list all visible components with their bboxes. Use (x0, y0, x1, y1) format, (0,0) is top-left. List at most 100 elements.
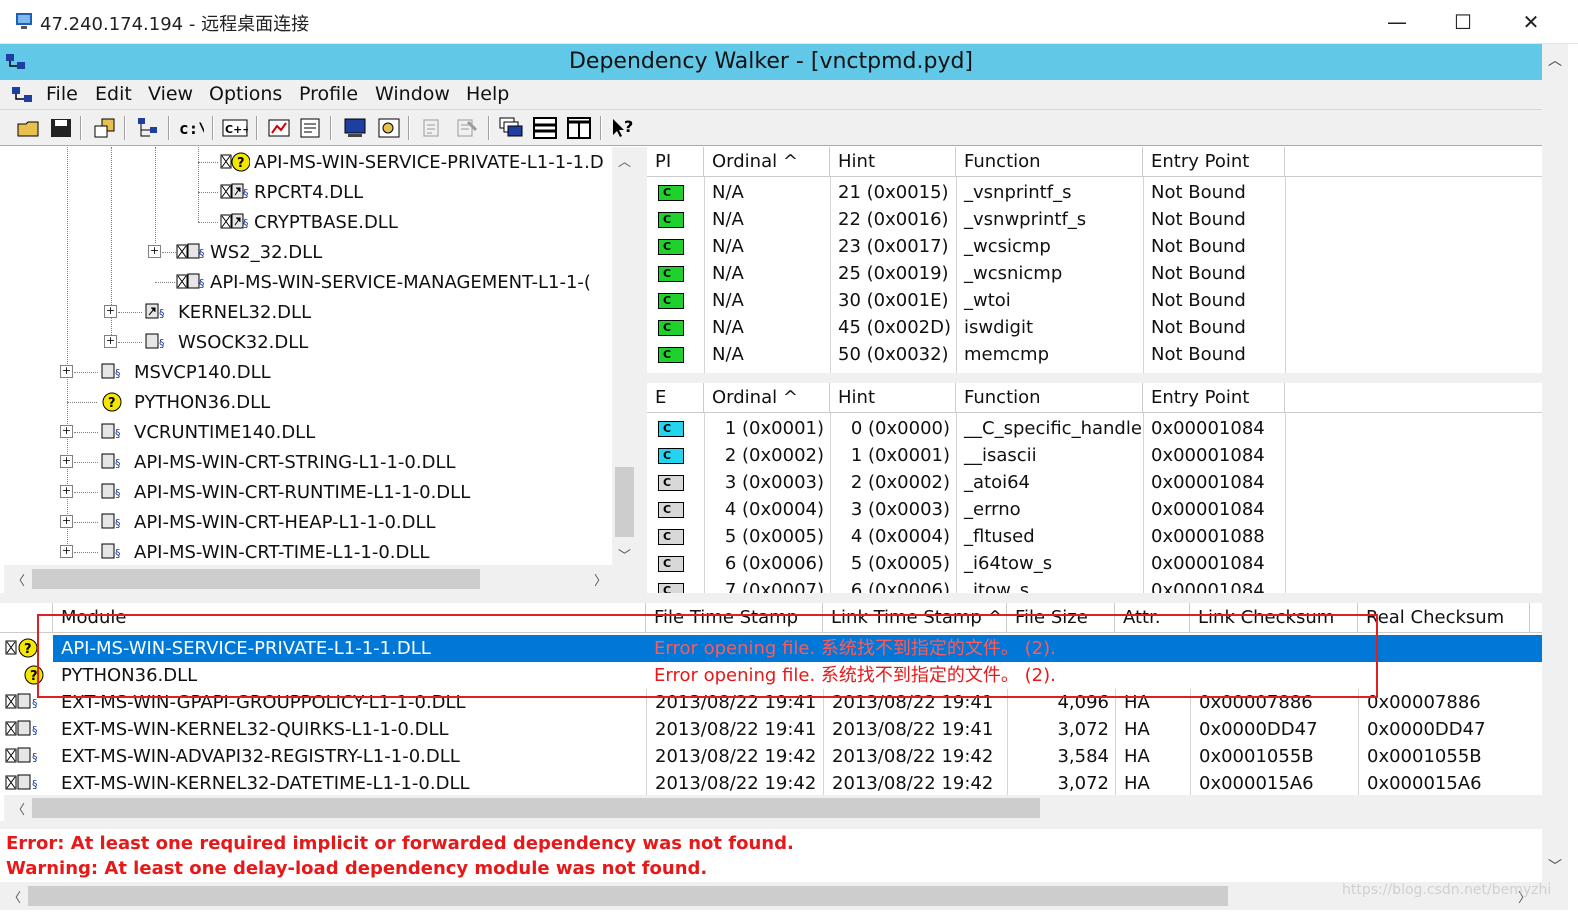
vertical-splitter[interactable] (637, 147, 647, 593)
context-help-icon[interactable]: ? (610, 116, 636, 140)
column-entry-point[interactable]: Entry Point (1143, 383, 1285, 413)
expand-icon[interactable]: + (148, 245, 161, 258)
horizontal-splitter[interactable] (647, 373, 1542, 383)
tree-item[interactable]: + § API-MS-WIN-CRT-STRING-L1-1-0.DLL (60, 448, 456, 476)
scroll-left-icon[interactable]: 〈 (12, 570, 25, 589)
column-ordinal[interactable]: Ordinal ^ (704, 383, 830, 413)
expand-icon[interactable]: + (60, 425, 73, 438)
tree-item[interactable]: + § API-MS-WIN-CRT-RUNTIME-L1-1-0.DLL (60, 478, 470, 506)
tile-horizontal-icon[interactable] (532, 116, 558, 140)
menu-options[interactable]: Options (209, 83, 282, 105)
scroll-left-icon[interactable]: 〈 (8, 887, 21, 906)
cascade-icon[interactable] (498, 116, 524, 140)
tree-horizontal-scrollbar[interactable]: 〈 〉 (4, 565, 637, 593)
import-row[interactable]: C N/A 50 (0x0032) memcmp Not Bound (647, 341, 1542, 368)
tree-icon[interactable] (136, 116, 162, 140)
import-row[interactable]: C N/A 21 (0x0015) _vsnprintf_s Not Bound (647, 179, 1542, 206)
export-row[interactable]: C 3 (0x0003) 2 (0x0002) _atoi64 0x00001084 (647, 469, 1542, 496)
expand-icon[interactable]: + (60, 515, 73, 528)
column-hint[interactable]: Hint (830, 383, 956, 413)
tree-item[interactable]: ? API-MS-WIN-SERVICE-PRIVATE-L1-1-1.D (198, 148, 604, 176)
import-row[interactable]: C N/A 45 (0x002D) iswdigit Not Bound (647, 314, 1542, 341)
tree-item[interactable]: + § KERNEL32.DLL (104, 298, 311, 326)
scroll-down-icon[interactable]: ﹀ (1548, 856, 1562, 876)
column-function[interactable]: Function (956, 147, 1143, 177)
minimize-button[interactable]: — (1364, 0, 1430, 44)
tree-item[interactable]: § CRYPTBASE.DLL (198, 208, 398, 236)
scroll-left-icon[interactable]: 〈 (12, 799, 25, 818)
column-hint[interactable]: Hint (830, 147, 956, 177)
column-pi[interactable]: PI (647, 147, 704, 177)
auto-expand-icon[interactable] (266, 116, 292, 140)
export-row[interactable]: C 7 (0x0007) 6 (0x0006) _itow_s 0x00001084 (647, 577, 1542, 593)
module-row[interactable]: § EXT-MS-WIN-ADVAPI32-REGISTRY-L1-1-0.DLL… (0, 743, 1542, 770)
full-paths-icon[interactable]: c:\ (178, 116, 204, 140)
scroll-right-icon[interactable]: 〉 (594, 570, 607, 589)
module-row[interactable]: § EXT-MS-WIN-KERNEL32-QUIRKS-L1-1-0.DLL 20… (0, 716, 1542, 743)
export-row[interactable]: C 6 (0x0006) 5 (0x0005) _i64tow_s 0x00001084 (647, 550, 1542, 577)
menu-edit[interactable]: Edit (95, 83, 132, 105)
system-information-icon[interactable] (342, 116, 368, 140)
undecorate-cpp-icon[interactable]: C++ (222, 116, 248, 140)
highlight-original-icon[interactable] (454, 116, 480, 140)
column-function[interactable]: Function (956, 383, 1143, 413)
tree-item[interactable]: § RPCRT4.DLL (198, 178, 363, 206)
scroll-thumb[interactable] (28, 886, 1228, 906)
menu-view[interactable]: View (148, 83, 193, 105)
copy-icon[interactable] (92, 116, 118, 140)
highlight-matching-icon[interactable] (420, 116, 446, 140)
menu-help[interactable]: Help (466, 83, 509, 105)
expand-icon[interactable]: + (104, 305, 117, 318)
real-checksum-cell: 0x0000DD47 (1358, 716, 1530, 743)
export-row[interactable]: C 1 (0x0001) 0 (0x0000) __C_specific_handle… (647, 415, 1542, 442)
import-row[interactable]: C N/A 25 (0x0019) _wcsnicmp Not Bound (647, 260, 1542, 287)
tree-item[interactable]: + § MSVCP140.DLL (60, 358, 271, 386)
column-real-checksum[interactable]: Real Checksum (1358, 603, 1530, 633)
tree-item[interactable]: ? PYTHON36.DLL (67, 388, 270, 416)
scroll-thumb[interactable] (32, 798, 1040, 818)
scroll-up-icon[interactable]: ︿ (1548, 50, 1562, 70)
scroll-down-icon[interactable]: ﹀ (618, 545, 631, 564)
tree-vertical-scrollbar[interactable]: ︿ ﹀ (612, 147, 637, 565)
tree-item[interactable]: + § WSOCK32.DLL (104, 328, 308, 356)
module-row[interactable]: § EXT-MS-WIN-KERNEL32-DATETIME-L1-1-0.DLL… (0, 770, 1542, 795)
tile-vertical-icon[interactable] (566, 116, 592, 140)
file-time-stamp-cell: 2013/08/22 19:41 (646, 716, 823, 743)
tree-item[interactable]: + § API-MS-WIN-CRT-HEAP-L1-1-0.DLL (60, 508, 436, 536)
import-row[interactable]: C N/A 23 (0x0017) _wcsicmp Not Bound (647, 233, 1542, 260)
column-e[interactable]: E (647, 383, 704, 413)
expand-icon[interactable]: + (60, 365, 73, 378)
properties-icon[interactable] (298, 116, 324, 140)
import-row[interactable]: C N/A 22 (0x0016) _vsnwprintf_s Not Bound (647, 206, 1542, 233)
scroll-up-icon[interactable]: ︿ (618, 151, 631, 170)
remote-horizontal-scrollbar[interactable]: 〈 〉 (0, 882, 1568, 910)
tree-item[interactable]: + § VCRUNTIME140.DLL (60, 418, 315, 446)
remote-vertical-scrollbar[interactable]: ︿ ﹀ (1542, 44, 1568, 882)
scroll-thumb[interactable] (615, 467, 634, 537)
menu-window[interactable]: Window (375, 83, 450, 105)
find-icon[interactable] (376, 116, 402, 140)
tree-item[interactable]: + § API-MS-WIN-CRT-TIME-L1-1-0.DLL (60, 538, 429, 565)
module-horizontal-scrollbar[interactable]: 〈 (4, 795, 1542, 821)
save-icon[interactable] (48, 116, 74, 140)
tree-item[interactable]: + § WS2_32.DLL (148, 238, 322, 266)
export-row[interactable]: C 4 (0x0004) 3 (0x0003) _errno 0x00001084 (647, 496, 1542, 523)
open-folder-icon[interactable] (16, 116, 42, 140)
export-row[interactable]: C 2 (0x0002) 1 (0x0001) __isascii 0x00001084 (647, 442, 1542, 469)
menu-file[interactable]: File (46, 83, 78, 105)
horizontal-splitter[interactable] (0, 593, 1542, 603)
column-ordinal[interactable]: Ordinal ^ (704, 147, 830, 177)
expand-icon[interactable]: + (60, 485, 73, 498)
expand-icon[interactable]: + (60, 455, 73, 468)
tree-item[interactable]: § API-MS-WIN-SERVICE-MANAGEMENT-L1-1-( (155, 268, 591, 296)
expand-icon[interactable]: + (60, 545, 73, 558)
scroll-thumb[interactable] (32, 569, 480, 589)
import-row[interactable]: C N/A 30 (0x001E) _wtoi Not Bound (647, 287, 1542, 314)
column-entry-point[interactable]: Entry Point (1143, 147, 1285, 177)
export-row[interactable]: C 5 (0x0005) 4 (0x0004) _fltused 0x00001088 (647, 523, 1542, 550)
expand-icon[interactable]: + (104, 335, 117, 348)
close-button[interactable]: ✕ (1498, 0, 1564, 44)
maximize-button[interactable]: ☐ (1430, 0, 1496, 44)
menu-profile[interactable]: Profile (299, 83, 358, 105)
horizontal-splitter[interactable] (0, 821, 1542, 829)
